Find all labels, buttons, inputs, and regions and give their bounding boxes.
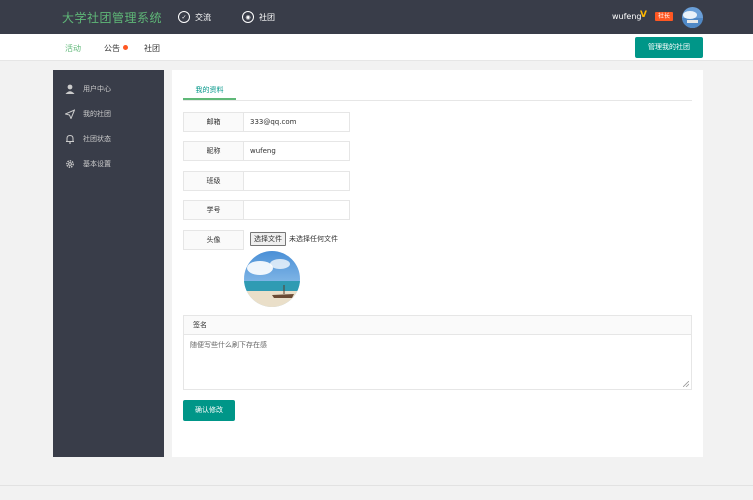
vip-icon: V [640, 10, 647, 20]
resize-handle-icon[interactable] [683, 381, 689, 387]
signature-label: 签名 [183, 315, 692, 335]
camera-icon: ◉ [242, 11, 254, 23]
avatar-file-input[interactable]: 选择文件 未选择任何文件 [250, 232, 338, 246]
sidebar-item-label: 基本设置 [83, 160, 111, 168]
role-badge: 社长 [655, 12, 674, 21]
subnav-activities[interactable]: 活动 [65, 43, 81, 54]
tab-divider [183, 100, 692, 101]
choose-file-button[interactable]: 选择文件 [250, 232, 286, 246]
sidebar: 用户中心 我的社团 社团状态 基本设置 [53, 70, 164, 457]
bell-icon [65, 134, 75, 144]
sidebar-item-label: 我的社团 [83, 110, 111, 118]
chat-icon: ✓ [178, 11, 190, 23]
tab-my-profile[interactable]: 我的资料 [183, 80, 236, 100]
send-icon [65, 109, 75, 119]
nav-clubs[interactable]: ◉ 社团 [242, 10, 275, 24]
sidebar-item-settings[interactable]: 基本设置 [53, 154, 164, 174]
sidebar-item-label: 社团状态 [83, 135, 111, 143]
gear-icon [65, 159, 75, 169]
subnav-announcements[interactable]: 公告 [104, 43, 120, 54]
user-name[interactable]: wufeng [612, 12, 642, 21]
app-logo[interactable]: 大学社团管理系统 [62, 9, 162, 26]
sidebar-item-label: 用户中心 [83, 85, 111, 93]
nickname-label: 昵称 [183, 141, 244, 161]
confirm-changes-button[interactable]: 确认修改 [183, 400, 235, 421]
file-status: 未选择任何文件 [289, 235, 338, 243]
nickname-field[interactable]: wufeng [244, 141, 350, 161]
signature-textarea[interactable]: 随便写些什么刷下存在感 [183, 335, 692, 390]
subnav-clubs[interactable]: 社团 [144, 43, 160, 54]
footer-divider [0, 485, 753, 486]
sidebar-item-user-center[interactable]: 用户中心 [53, 79, 164, 99]
sub-navbar: 活动 公告 社团 管理我的社团 [0, 34, 753, 61]
email-field[interactable]: 333@qq.com [244, 112, 350, 132]
avatar-label: 头像 [183, 230, 244, 250]
nav-chat-label: 交流 [195, 12, 211, 22]
nav-clubs-label: 社团 [259, 12, 275, 22]
sidebar-item-club-status[interactable]: 社团状态 [53, 129, 164, 149]
email-label: 邮箱 [183, 112, 244, 132]
avatar-preview [244, 251, 300, 307]
class-field[interactable] [244, 171, 350, 191]
student-id-field[interactable] [244, 200, 350, 220]
nav-chat[interactable]: ✓ 交流 [178, 10, 211, 24]
manage-my-club-button[interactable]: 管理我的社团 [635, 37, 703, 58]
user-avatar[interactable] [682, 7, 703, 28]
notification-dot [123, 45, 128, 50]
student-id-label: 学号 [183, 200, 244, 220]
class-label: 班级 [183, 171, 244, 191]
top-navbar: 大学社团管理系统 ✓ 交流 ◉ 社团 wufeng V 社长 [0, 0, 753, 34]
signature-text: 随便写些什么刷下存在感 [190, 341, 267, 349]
sidebar-item-my-clubs[interactable]: 我的社团 [53, 104, 164, 124]
user-icon [65, 84, 75, 94]
